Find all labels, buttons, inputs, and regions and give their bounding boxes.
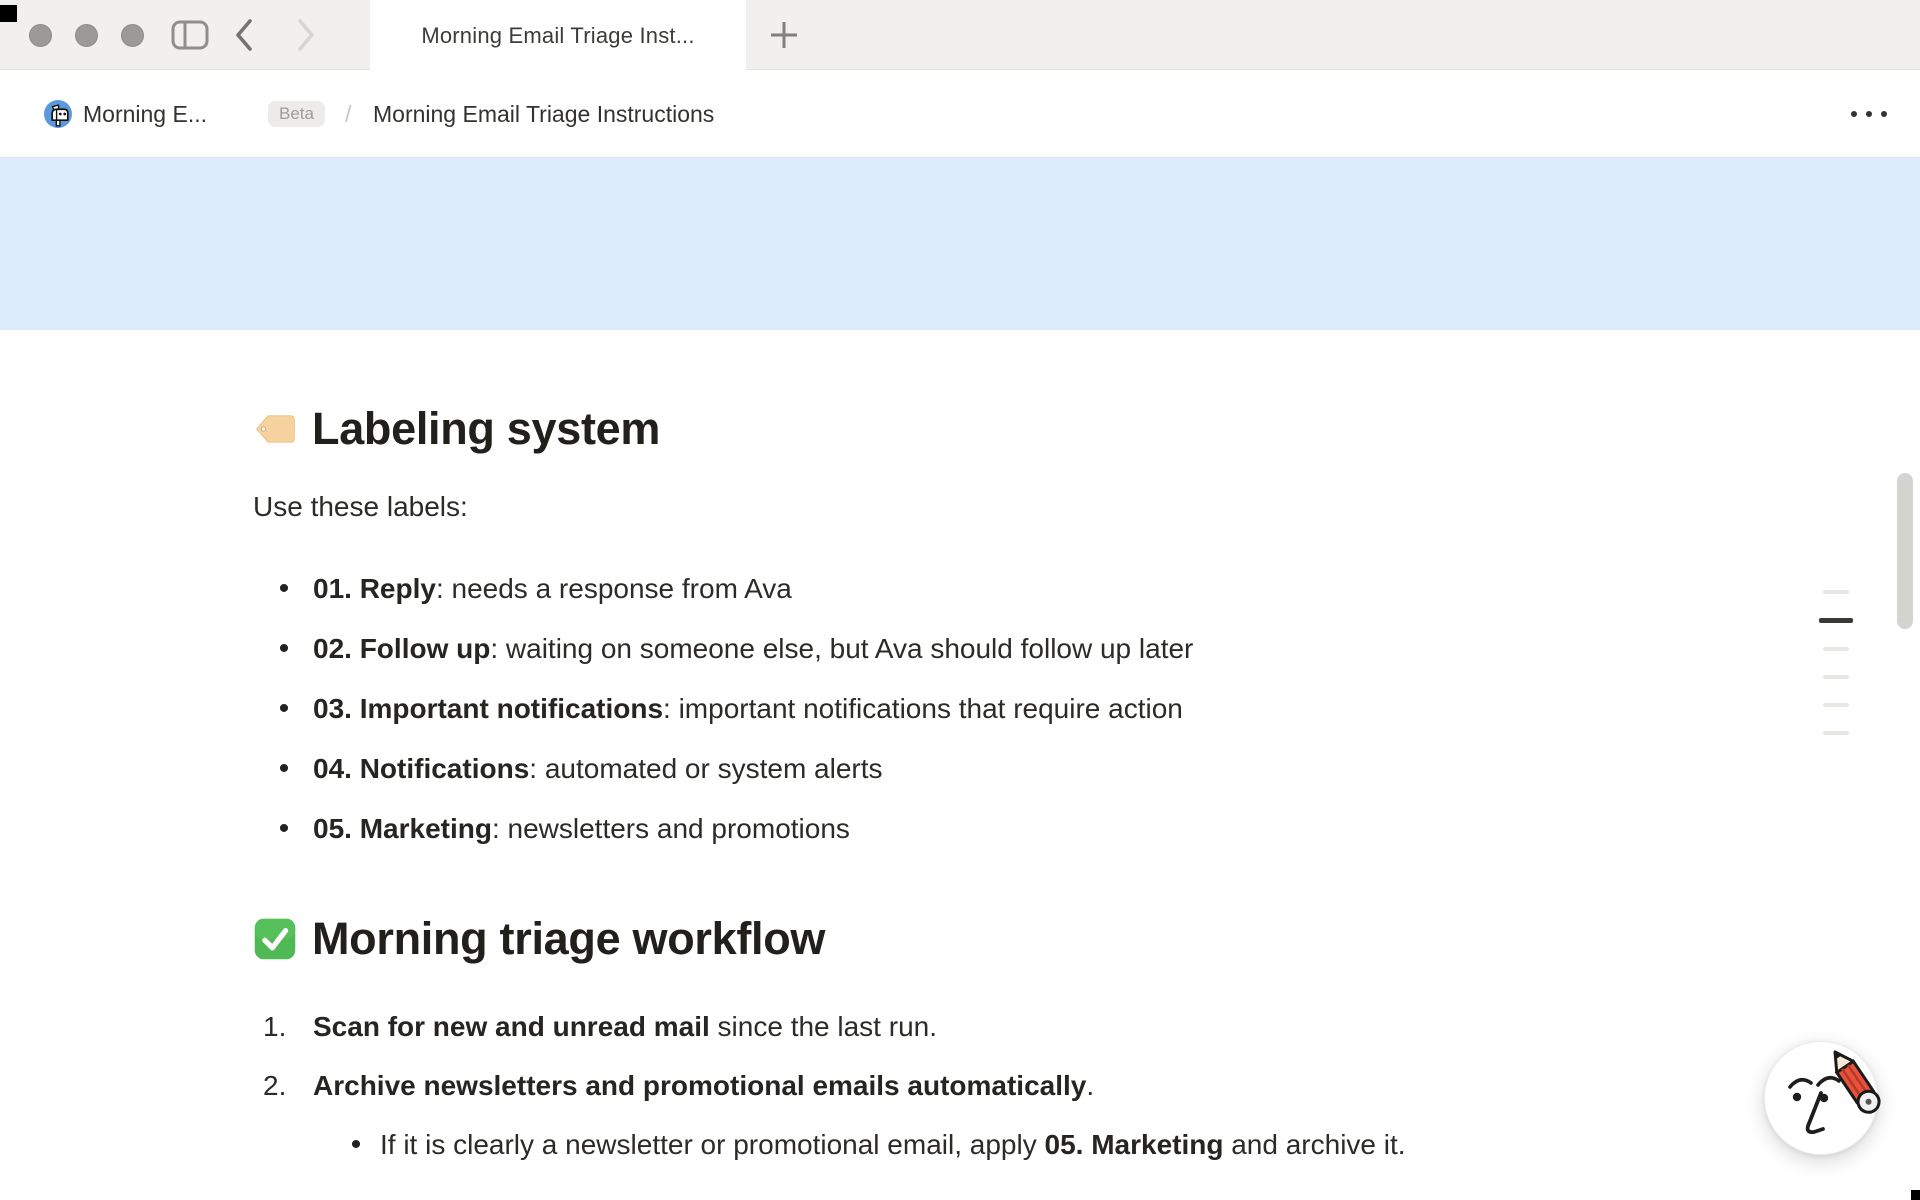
list-item: •05. Marketing: newsletters and promotio… bbox=[253, 808, 1860, 850]
corner-artifact bbox=[0, 5, 17, 22]
bullet-marker: • bbox=[269, 568, 299, 610]
new-tab-button[interactable] bbox=[758, 0, 810, 70]
tab-title: Morning Email Triage Inst... bbox=[421, 23, 694, 49]
beta-badge: Beta bbox=[268, 101, 325, 127]
breadcrumb-page-title[interactable]: Morning Email Triage Instructions bbox=[373, 71, 714, 157]
tab-bar: Morning Email Triage Inst... bbox=[0, 0, 1920, 70]
forward-button[interactable] bbox=[288, 0, 324, 70]
app-window: Morning Email Triage Inst... Morning E..… bbox=[0, 0, 1920, 1200]
outline-dash-current[interactable] bbox=[1819, 618, 1853, 623]
breadcrumb-separator: / bbox=[345, 71, 351, 157]
back-button[interactable] bbox=[226, 0, 262, 70]
corner-artifact bbox=[1911, 1190, 1920, 1200]
active-tab[interactable]: Morning Email Triage Inst... bbox=[370, 0, 746, 71]
list-item: •03. Important notifications: important … bbox=[253, 688, 1860, 730]
section-title: Labeling system bbox=[312, 400, 660, 458]
outline-dash[interactable] bbox=[1823, 731, 1849, 735]
list-item: •01. Reply: needs a response from Ava bbox=[253, 568, 1860, 610]
page-content: Labeling system Use these labels: •01. R… bbox=[0, 330, 1860, 1200]
number-marker: 2. bbox=[263, 1065, 307, 1107]
list-item: 1.Scan for new and unread mail since the… bbox=[253, 1006, 1860, 1048]
bullet-marker: • bbox=[269, 688, 299, 730]
bullet-marker: • bbox=[341, 1124, 371, 1166]
bullet-marker: • bbox=[269, 748, 299, 790]
outline-dash[interactable] bbox=[1823, 590, 1849, 594]
labels-list: •01. Reply: needs a response from Ava •0… bbox=[253, 568, 1860, 850]
check-mark-emoji bbox=[253, 917, 297, 961]
more-options-icon[interactable] bbox=[1846, 99, 1892, 129]
section-heading-labeling: Labeling system bbox=[253, 400, 1860, 458]
list-item: •04. Notifications: automated or system … bbox=[253, 748, 1860, 790]
outline-dash[interactable] bbox=[1823, 675, 1849, 679]
list-item: 2.Archive newsletters and promotional em… bbox=[253, 1065, 1860, 1166]
scrollbar-thumb[interactable] bbox=[1897, 473, 1913, 629]
pencil-icon bbox=[1826, 1046, 1883, 1116]
mailbox-icon bbox=[44, 100, 72, 128]
zoom-window-button[interactable] bbox=[121, 24, 144, 47]
bullet-marker: • bbox=[269, 628, 299, 670]
scribble-pencil-button[interactable] bbox=[1764, 1041, 1878, 1155]
bullet-marker: • bbox=[269, 808, 299, 850]
number-marker: 1. bbox=[263, 1006, 307, 1048]
section-heading-workflow: Morning triage workflow bbox=[253, 910, 1860, 968]
section-title: Morning triage workflow bbox=[312, 910, 825, 968]
minimize-window-button[interactable] bbox=[75, 24, 98, 47]
labels-intro: Use these labels: bbox=[253, 486, 1860, 528]
list-item: •02. Follow up: waiting on someone else,… bbox=[253, 628, 1860, 670]
outline-indicator[interactable] bbox=[1816, 590, 1856, 735]
breadcrumb-workspace[interactable]: Morning E... bbox=[83, 71, 207, 157]
workflow-steps: 1.Scan for new and unread mail since the… bbox=[253, 1006, 1860, 1166]
sidebar-toggle-icon[interactable] bbox=[168, 0, 212, 70]
outline-dash[interactable] bbox=[1823, 647, 1849, 651]
close-window-button[interactable] bbox=[29, 24, 52, 47]
label-tag-emoji bbox=[253, 407, 297, 451]
list-item: •If it is clearly a newsletter or promot… bbox=[313, 1124, 1860, 1166]
breadcrumb: Morning E... Beta / Morning Email Triage… bbox=[0, 71, 1920, 157]
instructions-banner: This page is set as your instructions pa… bbox=[0, 157, 1920, 330]
outline-dash[interactable] bbox=[1823, 703, 1849, 707]
workflow-substeps: •If it is clearly a newsletter or promot… bbox=[313, 1124, 1860, 1166]
